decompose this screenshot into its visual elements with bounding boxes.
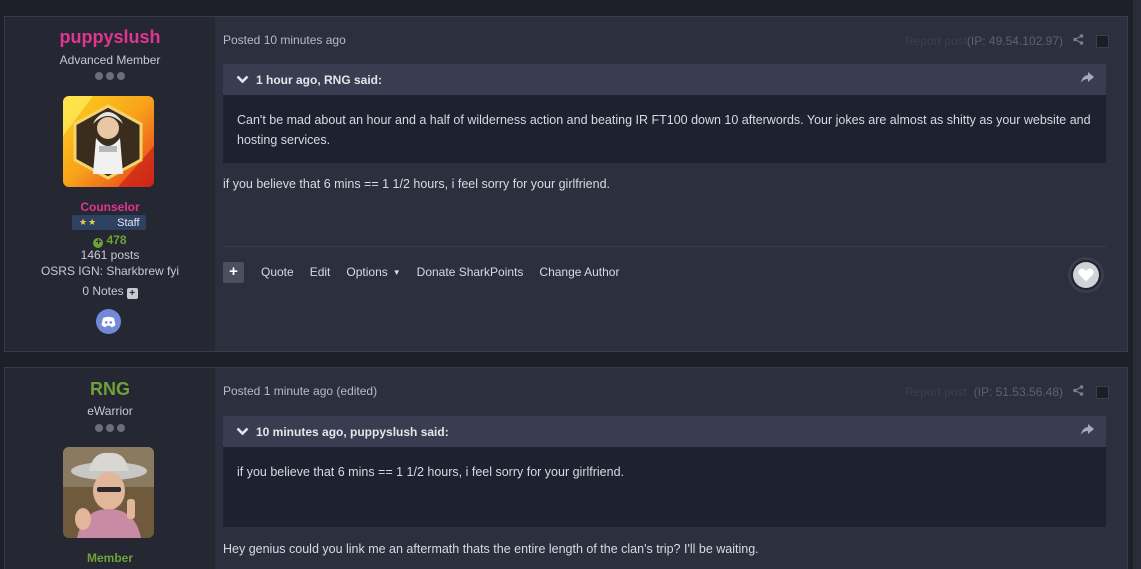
author-name[interactable]: puppyslush [5, 27, 215, 48]
caret-down-icon: ▼ [392, 267, 401, 277]
edit-button[interactable]: Edit [310, 265, 331, 279]
quote-block: 1 hour ago, RNG said: Can't be mad about… [223, 64, 1106, 163]
scrollbar[interactable] [1133, 0, 1141, 569]
like-button[interactable] [1068, 257, 1104, 293]
select-post-checkbox[interactable] [1096, 386, 1109, 399]
author-panel: RNG eWarrior Member [5, 368, 215, 569]
staff-badge: ★★ Staff [72, 215, 146, 230]
discord-icon[interactable] [96, 309, 121, 334]
notes[interactable]: 0 Notes + [5, 284, 215, 299]
change-author-button[interactable]: Change Author [539, 265, 619, 279]
avatar[interactable] [63, 447, 154, 538]
author-title: eWarrior [87, 404, 133, 418]
post: puppyslush Advanced Member Counselor ★★ … [4, 16, 1128, 352]
star-icon: ★★ [79, 217, 98, 227]
badge-label: Staff [117, 216, 140, 229]
chevron-down-icon[interactable] [236, 427, 249, 436]
notes-label: 0 Notes [82, 284, 124, 298]
ip-address: (IP: 49.54.102.97) [966, 34, 1063, 48]
post-timestamp[interactable]: Posted 1 minute ago (edited) [223, 384, 377, 398]
post-body: if you believe that 6 mins == 1 1/2 hour… [223, 177, 610, 191]
chevron-down-icon[interactable] [236, 75, 249, 84]
quote-header[interactable]: 10 minutes ago, puppyslush said: [223, 416, 1106, 447]
post: RNG eWarrior Member Posted 1 minute ago … [4, 367, 1128, 569]
quote-button[interactable]: Quote [261, 265, 294, 279]
post-body: Hey genius could you link me an aftermat… [223, 542, 759, 556]
divider [223, 246, 1106, 247]
author-name[interactable]: RNG [5, 379, 215, 400]
reply-arrow-icon[interactable] [1081, 424, 1094, 438]
heart-icon [1073, 262, 1099, 288]
report-post-link[interactable]: Report post [905, 34, 967, 48]
reputation-value: 478 [106, 233, 127, 247]
reply-arrow-icon[interactable] [1081, 72, 1094, 86]
quote-text: if you believe that 6 mins == 1 1/2 hour… [223, 447, 1106, 527]
donate-sharkpoints-button[interactable]: Donate SharkPoints [417, 265, 524, 279]
quote-citation: 10 minutes ago, puppyslush said: [256, 424, 449, 439]
quote-header[interactable]: 1 hour ago, RNG said: [223, 64, 1106, 95]
share-icon[interactable] [1073, 34, 1084, 48]
options-dropdown[interactable]: Options ▼ [346, 265, 400, 279]
options-label: Options [346, 265, 388, 279]
add-note-icon[interactable]: + [126, 288, 138, 299]
rank-pips [5, 72, 215, 80]
post-count: 1461 posts [80, 248, 140, 262]
quote-citation: 1 hour ago, RNG said: [256, 72, 383, 87]
post-timestamp[interactable]: Posted 10 minutes ago [223, 33, 346, 47]
select-post-checkbox[interactable] [1096, 35, 1109, 48]
quote-text: Can't be mad about an hour and a half of… [223, 95, 1106, 163]
post-content: Posted 1 minute ago (edited) Report post… [223, 368, 1127, 569]
quote-block: 10 minutes ago, puppyslush said: if you … [223, 416, 1106, 527]
group-name: Counselor [80, 200, 140, 214]
report-post-link[interactable]: Report post [905, 385, 967, 399]
multiquote-button[interactable]: + [223, 261, 244, 283]
ign-field: OSRS IGN: Sharkbrew fyi [40, 264, 180, 278]
reputation[interactable]: +478 [5, 233, 215, 248]
share-icon[interactable] [1073, 385, 1084, 399]
author-panel: puppyslush Advanced Member Counselor ★★ … [5, 17, 215, 351]
plus-circle-icon: + [93, 238, 104, 248]
ip-address: (IP: 51.53.56.48) [973, 385, 1063, 399]
post-actions: + Quote Edit Options ▼ Donate SharkPoint… [223, 261, 635, 283]
top-strip [0, 0, 1141, 8]
post-content: Posted 10 minutes ago Report post (IP: 4… [223, 17, 1127, 351]
group-name: Member [86, 551, 133, 565]
avatar[interactable] [63, 96, 154, 187]
author-title: Advanced Member [59, 53, 161, 67]
rank-pips [5, 424, 215, 432]
